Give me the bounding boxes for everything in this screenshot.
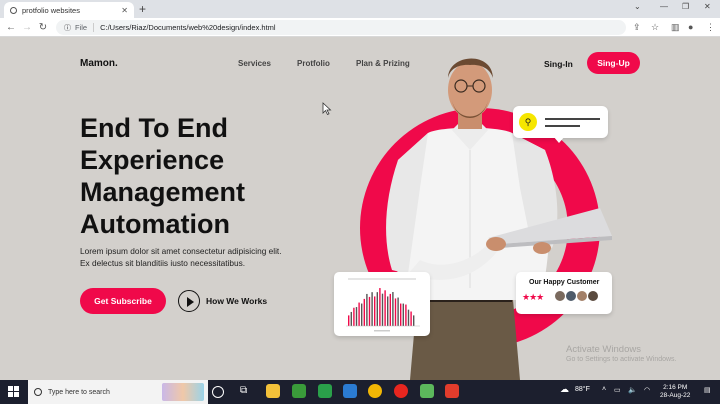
new-tab-icon[interactable]: + [139,2,146,16]
sidebar-icon[interactable]: ▥ [671,22,680,33]
mini-chart-bar [410,311,412,326]
notepad-icon[interactable] [420,384,434,398]
mini-chart-bar [400,303,402,326]
mini-chart-bar [387,296,389,326]
mini-chart-bar [402,303,404,326]
chrome-icon[interactable] [368,384,382,398]
message-card: ⚲ [513,106,608,143]
info-icon: ⓘ [64,24,71,32]
mini-chart-bar [363,298,365,326]
opera-icon[interactable] [394,384,408,398]
close-tab-icon[interactable]: ✕ [121,6,128,15]
mini-chart-bar [379,288,381,326]
star-icon: ★ [536,292,544,302]
mini-chart-bar [407,309,410,326]
mini-chart-bar [394,298,397,326]
rating-stars: ★★★ [522,292,544,303]
forward-icon[interactable]: → [20,22,34,33]
bookmark-star-icon[interactable]: ☆ [651,22,659,33]
globe-icon [10,6,17,14]
network-icon[interactable]: ▭ [614,386,621,394]
mini-chart-bar [374,296,376,326]
maximize-icon[interactable]: ❐ [682,2,689,11]
mini-chart-bar [368,296,371,326]
address-bar[interactable]: ⓘ File C:/Users/Riaz/Documents/web%20des… [56,20,626,35]
search-icon [34,388,42,396]
mini-bar-chart [346,278,420,332]
lightbulb-icon: ⚲ [519,113,537,131]
browser-toolbar: ← → ↻ ⓘ File C:/Users/Riaz/Documents/web… [0,18,720,37]
stats-chart-card [334,272,430,336]
mini-chart-bar [361,303,363,326]
profile-icon[interactable]: ● [688,22,693,32]
activation-watermark: Activate Windows Go to Settings to activ… [566,344,677,363]
task-view-icon[interactable]: ⧉ [240,385,254,399]
cortana-icon[interactable] [212,386,224,398]
weather-temp: 88°F [575,386,590,393]
mini-chart-bar [392,292,394,326]
mini-chart-bar [413,315,415,326]
taskbar-clock[interactable]: 2:16 PM 28-Aug-22 [660,384,690,400]
green-app-icon[interactable] [318,384,332,398]
search-placeholder: Type here to search [48,388,110,396]
mini-chart-bar [389,293,391,326]
web-page: Mamon. Services Protfolio Plan & Prizing… [0,38,720,380]
mini-chart-bar [348,315,350,326]
minimize-icon[interactable]: — [660,2,668,11]
mini-chart-bar [350,311,352,326]
mini-chart-bar [381,293,384,326]
clock-time: 2:16 PM [663,384,688,391]
mini-chart-bar [376,292,378,326]
mini-chart-bar [384,290,386,326]
menu-kebab-icon[interactable]: ⋮ [706,22,715,33]
url-scheme-label: File [75,23,95,32]
customer-card-title: Our Happy Customer [529,279,600,286]
clock-date: 28-Aug-22 [660,392,691,399]
share-icon[interactable]: ⇪ [633,22,641,33]
windows-taskbar: Type here to search ⧉ ☁ 88°F ˄ ▭ 🔈 ◠ 2:1… [0,380,720,404]
mini-chart-bar [358,302,360,326]
recording-icon[interactable] [445,384,459,398]
url-text: C:/Users/Riaz/Documents/web%20design/ind… [100,23,276,32]
windows-icon[interactable] [8,386,20,398]
taskbar-search[interactable]: Type here to search [28,380,208,404]
mini-chart-bar [397,297,399,326]
weather-icon[interactable]: ☁ [560,384,569,395]
tab-search-icon[interactable]: ⌄ [634,2,641,11]
mini-chart-bar [405,304,407,326]
watermark-title: Activate Windows [566,344,641,355]
screen: protfolio websites ✕ + ⌄ — ❐ ✕ ← → ↻ ⓘ F… [0,0,720,404]
tab-title: protfolio websites [22,5,80,15]
wifi-icon[interactable]: ◠ [644,386,650,394]
camtasia-icon[interactable] [292,384,306,398]
browser-tab-bar: protfolio websites ✕ + ⌄ — ❐ ✕ [0,0,720,18]
reload-icon[interactable]: ↻ [36,22,50,33]
browser-tab[interactable]: protfolio websites ✕ [4,2,134,18]
mouse-cursor-icon [322,102,332,116]
folder-icon[interactable] [266,384,280,398]
close-window-icon[interactable]: ✕ [704,2,711,11]
notification-icon[interactable]: ▤ [704,386,711,394]
happy-customer-card: Our Happy Customer ★★★ [516,272,612,314]
mini-chart-bar [366,293,368,326]
volume-icon[interactable]: 🔈 [628,386,637,394]
mini-chart-bar [355,307,358,326]
vscode-icon[interactable] [343,384,357,398]
chevron-up-icon[interactable]: ˄ [602,386,606,393]
message-line [545,118,600,120]
search-highlight-image [162,383,204,401]
back-icon[interactable]: ← [4,22,18,33]
message-line [545,125,580,127]
bubble-tail [553,136,565,143]
watermark-subtitle: Go to Settings to activate Windows. [566,356,677,363]
avatar [587,290,599,302]
mini-chart-bar [353,307,355,326]
mini-chart-bar [371,292,373,326]
